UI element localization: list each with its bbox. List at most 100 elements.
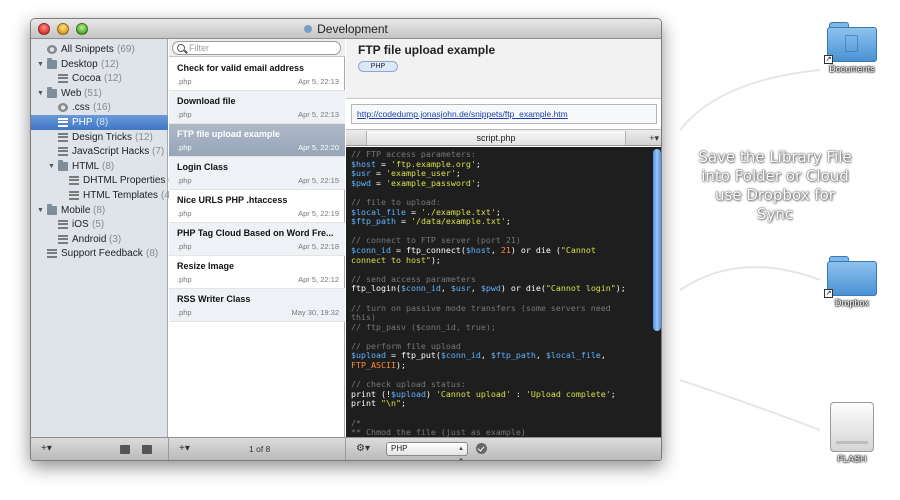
snippet-header: FTP file upload example PHP (346, 39, 661, 99)
code-token: $upload (390, 388, 426, 399)
code-token: ; (475, 177, 481, 188)
sidebar-item[interactable]: ▼ Web (51) (31, 86, 168, 101)
code-token: ; (475, 158, 481, 169)
sidebar-item-count: (8) (146, 248, 159, 260)
sidebar-item-label: HTML Templates (83, 190, 159, 201)
code-token: $host (351, 158, 376, 169)
snippet-row-title: Login Class (177, 162, 229, 172)
dropbox-destination[interactable]: ↗ Dropbox (822, 256, 882, 308)
file-tab-bar: script.php +▾ (346, 129, 661, 146)
sidebar-item[interactable]: ▼ HTML (8) (31, 159, 168, 174)
snippet-title[interactable]: FTP file upload example (358, 43, 495, 57)
snippet-row[interactable]: PHP Tag Cloud Based on Word Fre... .php Ap… (169, 223, 345, 256)
checkmark-icon[interactable] (476, 443, 487, 454)
code-token: ) or die( (500, 283, 546, 294)
snippet-row-date: Apr 5, 22:15 (298, 176, 339, 185)
code-token: $conn_id (351, 244, 391, 255)
gear-menu-icon[interactable]: ⚙▾ (356, 443, 370, 455)
disclosure-triangle-icon[interactable]: ▼ (48, 159, 55, 174)
snippet-row[interactable]: Download file .php Apr 5, 22:13 (169, 91, 345, 124)
add-snippet-button[interactable]: +▾ (179, 443, 190, 455)
disclosure-triangle-icon[interactable]: ▼ (37, 203, 44, 218)
flash-destination[interactable]: FLASH (822, 402, 882, 464)
snippet-row-extension: .php (177, 275, 192, 284)
sidebar-item[interactable]: iOS (5) (31, 217, 168, 232)
snippet-row[interactable]: Login Class .php Apr 5, 22:15 (169, 157, 345, 190)
list-icon (69, 191, 79, 200)
code-token: 'Upload complete' (525, 388, 611, 399)
sidebar-item[interactable]: ▼ Mobile (8) (31, 203, 168, 218)
code-token: '/data/example.txt' (410, 216, 506, 227)
language-select[interactable]: PHP ▲ ▼ (386, 442, 468, 460)
sidebar-item-label: PHP (72, 117, 93, 128)
sidebar-item[interactable]: DHTML Properties(4) (31, 173, 180, 188)
sidebar-item-label: DHTML Properties (83, 175, 166, 187)
documents-destination[interactable]: ↗ Documents (822, 22, 882, 74)
snippet-row-title: Nice URLS PHP .htaccess (177, 195, 288, 205)
add-group-button[interactable]: +▾ (41, 443, 52, 455)
code-token: $conn_id (400, 283, 441, 294)
sidebar-item[interactable]: Android (3) (31, 232, 168, 247)
code-token: 'example_password' (385, 177, 476, 188)
disclosure-triangle-icon[interactable]: ▼ (37, 86, 44, 101)
sidebar-item[interactable]: All Snippets (69) (31, 42, 168, 57)
snippet-row-title: Download file (177, 96, 236, 106)
code-line: // ftp_pasv ($conn_id, true); (351, 322, 649, 333)
disclosure-triangle-icon[interactable]: ▼ (37, 57, 44, 72)
folder-icon (47, 57, 57, 69)
code-token: , (480, 350, 491, 361)
snippet-url-link[interactable]: http://codedump.jonasjohn.de/snippets/ft… (357, 109, 568, 119)
snippet-row-extension: .php (177, 77, 192, 86)
code-token: ** Chmod the file (just as example) (351, 427, 526, 437)
language-tag[interactable]: PHP (358, 61, 398, 72)
snippet-row-date: Apr 5, 22:18 (298, 242, 339, 251)
snippet-row-extension: .php (177, 110, 192, 119)
snippet-row[interactable]: Check for valid email address .php Apr 5, … (169, 58, 345, 91)
sidebar-item[interactable]: .css (16) (31, 100, 168, 115)
code-token: FTP_ASCII (351, 360, 396, 371)
snippet-row-title: Check for valid email address (177, 63, 305, 73)
title-bar[interactable]: Development (31, 19, 661, 39)
filter-input[interactable]: Filter (172, 41, 341, 55)
code-token: , (600, 350, 606, 361)
editor-toolbar: ⚙▾ PHP ▲ ▼ (346, 437, 661, 460)
snippet-row-extension: .php (177, 242, 192, 251)
snippet-row-title: PHP Tag Cloud Based on Word Fre... (177, 228, 334, 238)
list-icon (58, 118, 68, 127)
snippet-row-date: Apr 5, 22:13 (298, 110, 339, 119)
sidebar-item-count: (8) (93, 204, 106, 216)
sidebar-item[interactable]: Support Feedback (8) (31, 246, 168, 261)
sidebar-item[interactable]: PHP (8) (31, 115, 168, 130)
tab-script-php[interactable]: script.php (366, 131, 626, 145)
sidebar-item[interactable]: Cocoa (12) (31, 71, 168, 86)
code-editor[interactable]: // FTP access parameters: $host = 'ftp.ex… (346, 147, 661, 437)
add-tab-button[interactable]: +▾ (649, 131, 659, 145)
list-icon (58, 74, 68, 84)
code-token: $usr (450, 283, 471, 294)
snippet-row[interactable]: RSS Writer Class .php May 30, 19:32 (169, 289, 345, 322)
sidebar-item[interactable]: ▼ Desktop (12) (31, 57, 168, 72)
snippet-row-date: Apr 5, 22:13 (298, 77, 339, 86)
snippet-row[interactable]: Resize Image .php Apr 5, 22:12 (169, 256, 345, 289)
list-icon (47, 249, 57, 259)
code-line: connect to host"); (351, 255, 649, 266)
folder-action-icon[interactable] (120, 445, 130, 454)
snippet-url-field[interactable]: http://codedump.jonasjohn.de/snippets/ft… (351, 104, 657, 124)
code-token: // check upload status: (351, 379, 466, 390)
code-token: $local_file (351, 206, 406, 217)
sidebar-item-label: Desktop (61, 58, 98, 70)
code-token: ; (400, 398, 406, 409)
snippet-row[interactable]: FTP file upload example .php Apr 5, 22:20 (169, 124, 345, 157)
snippet-row[interactable]: Nice URLS PHP .htaccess .php Apr 5, 22:19 (169, 190, 345, 223)
sidebar-item[interactable]: HTML Templates (4) (31, 188, 173, 203)
sidebar-item-count: (8) (102, 160, 115, 172)
code-token: $conn_id (440, 350, 481, 361)
stack-action-icon[interactable] (142, 445, 152, 454)
sidebar-item[interactable]: Design Tricks (12) (31, 130, 168, 145)
code-token: print (351, 398, 381, 409)
snippet-row-date: May 30, 19:32 (291, 308, 339, 317)
code-token: this) (351, 312, 376, 323)
dropbox-label: Dropbox (834, 298, 870, 308)
code-token: $host (465, 244, 491, 255)
sidebar-item[interactable]: JavaScript Hacks (7) (31, 144, 168, 159)
